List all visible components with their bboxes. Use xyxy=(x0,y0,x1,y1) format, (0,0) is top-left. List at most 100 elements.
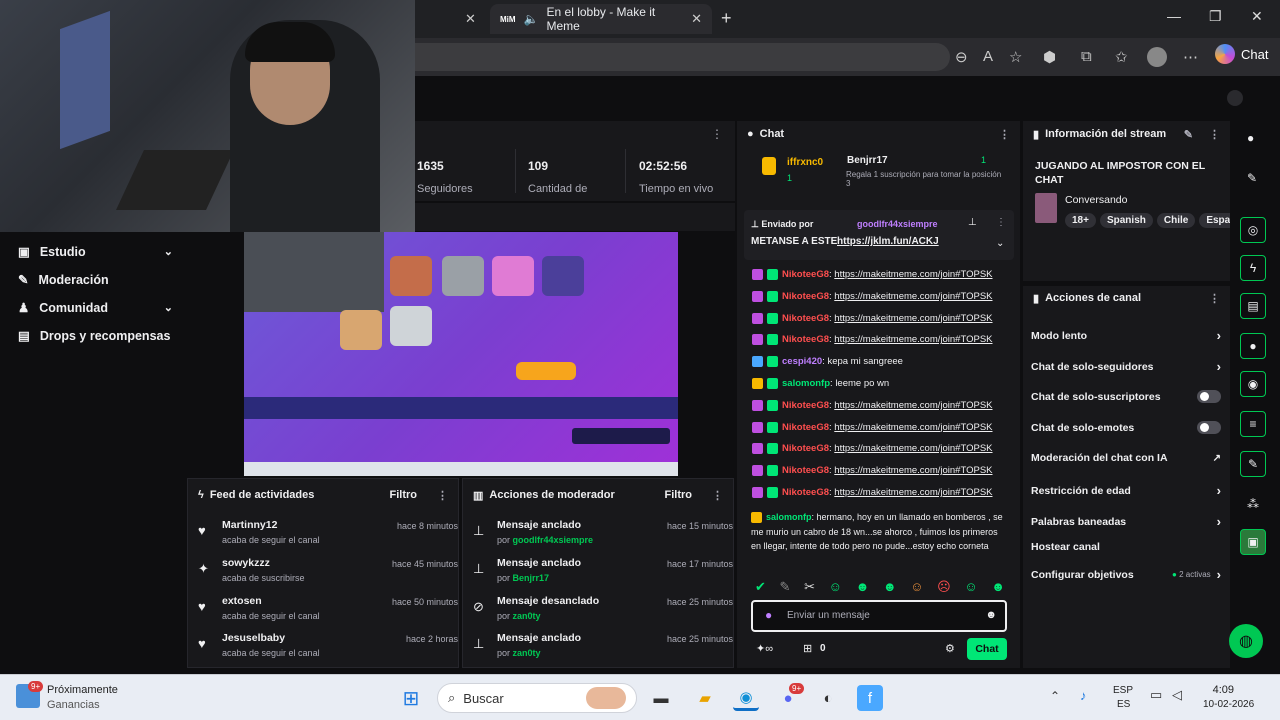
stack-icon[interactable]: ≡ xyxy=(1240,411,1266,437)
edge-icon[interactable]: ◉ xyxy=(733,685,759,711)
extension-icon[interactable]: ▣ xyxy=(1240,529,1266,555)
pin-icon[interactable]: ⊥ xyxy=(968,217,977,228)
emote-icon[interactable]: ✂ xyxy=(804,579,815,597)
edit-icon[interactable]: ✎ xyxy=(1184,128,1193,141)
sidebar-item-drops[interactable]: ▤ Drops y recompensas xyxy=(18,328,173,344)
volume-icon[interactable]: ◁ xyxy=(1172,687,1182,703)
channel-points-icon[interactable]: ✦∞ xyxy=(756,642,773,655)
copilot-chat-button[interactable]: Chat xyxy=(1215,44,1268,64)
favorites-bar-icon[interactable]: ✩ xyxy=(1115,48,1128,66)
extensions-icon[interactable]: ⬢ xyxy=(1043,48,1056,66)
maximize-icon[interactable]: ❐ xyxy=(1209,8,1222,25)
network-icon[interactable]: ▭ xyxy=(1150,687,1162,703)
language-code[interactable]: ESP xyxy=(1113,685,1133,696)
chat-user[interactable]: cespi420 xyxy=(782,356,822,367)
task-view-icon[interactable]: ▬ xyxy=(648,685,674,711)
help-button[interactable]: ◍ xyxy=(1229,624,1263,658)
stream-category[interactable]: Conversando xyxy=(1065,194,1127,206)
chat-link[interactable]: https://makeitmeme.com/join#TOPSK xyxy=(834,313,992,324)
close-tab-icon[interactable]: ✕ xyxy=(465,11,476,27)
action-age-restriction[interactable]: Restricción de edad › xyxy=(1031,483,1221,498)
subs-only-toggle[interactable] xyxy=(1197,390,1221,403)
chat-user[interactable]: salomonfp xyxy=(766,512,812,522)
gift-user[interactable]: iffrxnc0 xyxy=(787,157,823,168)
close-tab-icon[interactable]: ✕ xyxy=(691,11,702,27)
sidebar-item-studio[interactable]: ▣ Estudio ⌄ xyxy=(18,244,173,260)
emote-icon[interactable]: ☻ xyxy=(856,579,870,597)
apps-icon[interactable]: ⁂ xyxy=(1247,497,1259,511)
sidebar-item-community[interactable]: ♟ Comunidad ⌄ xyxy=(18,300,173,316)
chat-link[interactable]: https://makeitmeme.com/join#TOPSK xyxy=(834,443,992,454)
mod-user[interactable]: Benjrr17 xyxy=(513,573,550,583)
split-screen-icon[interactable]: ⧉ xyxy=(1081,48,1092,65)
address-field[interactable] xyxy=(415,43,950,71)
chat-user[interactable]: NikoteeG8 xyxy=(782,465,829,476)
more-icon[interactable]: ⋮ xyxy=(1209,292,1220,305)
clock-time[interactable]: 4:09 xyxy=(1212,684,1234,696)
close-window-icon[interactable]: ✕ xyxy=(1251,8,1263,25)
wrench-icon[interactable]: ✎ xyxy=(1240,451,1266,477)
stream-preview[interactable] xyxy=(244,232,678,476)
chat-user[interactable]: NikoteeG8 xyxy=(782,400,829,411)
clip-icon[interactable]: ◎ xyxy=(1240,217,1266,243)
feed-user[interactable]: sowykzzz xyxy=(222,557,270,569)
chat-link[interactable]: https://makeitmeme.com/join#TOPSK xyxy=(834,291,992,302)
zoom-icon[interactable]: ⊖ xyxy=(955,48,968,66)
bits-icon[interactable]: ⊞ xyxy=(803,642,812,655)
app-f-icon[interactable]: f xyxy=(857,685,883,711)
chevron-up-icon[interactable]: ⌃ xyxy=(1050,689,1060,703)
chat-link[interactable]: https://makeitmeme.com/join#TOPSK xyxy=(834,465,992,476)
tag[interactable]: Spanish xyxy=(1099,213,1153,228)
chat-send-button[interactable]: Chat xyxy=(967,638,1007,660)
more-icon[interactable]: ⋯ xyxy=(1183,48,1198,66)
chat-link[interactable]: https://makeitmeme.com/join#TOPSK xyxy=(834,269,992,280)
new-tab-icon[interactable]: + xyxy=(721,8,732,29)
mic-icon[interactable]: ♪ xyxy=(1080,688,1087,703)
profile-avatar[interactable] xyxy=(1147,47,1167,67)
filter-button[interactable]: Filtro xyxy=(390,489,418,501)
emote-icon[interactable]: ☻ xyxy=(883,579,897,597)
widget-title[interactable]: Próximamente xyxy=(47,684,118,696)
feed-user[interactable]: extosen xyxy=(222,595,262,607)
emote-icon[interactable]: ☹ xyxy=(937,579,951,597)
action-followers-only[interactable]: Chat de solo-seguidores › xyxy=(1031,359,1221,374)
notes-icon[interactable]: ▤ xyxy=(1240,293,1266,319)
chat-user[interactable]: NikoteeG8 xyxy=(782,443,829,454)
raid-icon[interactable]: ϟ xyxy=(1240,255,1266,281)
chat-user[interactable]: NikoteeG8 xyxy=(782,334,829,345)
chat-user[interactable]: salomonfp xyxy=(782,378,830,389)
pinned-user[interactable]: goodlfr44xsiempre xyxy=(857,219,938,229)
filter-button[interactable]: Filtro xyxy=(665,489,693,501)
chat-user[interactable]: NikoteeG8 xyxy=(782,422,829,433)
info-icon[interactable]: ● xyxy=(1247,131,1254,145)
emote-icon[interactable]: ✎ xyxy=(780,579,791,597)
more-icon[interactable]: ⋮ xyxy=(1209,128,1220,141)
chat-user[interactable]: NikoteeG8 xyxy=(782,487,829,498)
sidebar-item-moderation[interactable]: ✎ Moderación xyxy=(18,272,173,288)
chat-link[interactable]: https://makeitmeme.com/join#TOPSK xyxy=(834,400,992,411)
chat-icon[interactable]: ● xyxy=(1240,333,1266,359)
stats-more-icon[interactable]: ⋮ xyxy=(711,127,723,141)
action-slow-mode[interactable]: Modo lento › xyxy=(1031,328,1221,343)
more-icon[interactable]: ⋮ xyxy=(437,489,448,502)
read-aloud-icon[interactable]: A xyxy=(983,48,993,65)
emote-icon[interactable]: ☺ xyxy=(964,579,977,597)
more-icon[interactable]: ⋮ xyxy=(712,489,723,502)
taskbar-search[interactable]: ⌕ Buscar xyxy=(437,683,637,713)
chat-user[interactable]: NikoteeG8 xyxy=(782,291,829,302)
user-avatar[interactable] xyxy=(1227,90,1243,106)
mod-user[interactable]: zan0ty xyxy=(513,611,541,621)
mod-user[interactable]: zan0ty xyxy=(513,648,541,658)
speaker-icon[interactable]: 🔈 xyxy=(524,12,539,26)
pinned-message[interactable]: ⊥ Enviado por goodlfr44xsiempre ⊥ ⋮ META… xyxy=(744,210,1014,260)
gift-user[interactable]: Benjrr17 xyxy=(847,155,888,166)
tag[interactable]: Chile xyxy=(1156,213,1196,228)
gear-icon[interactable]: ⚙ xyxy=(945,642,955,655)
emote-icon[interactable]: ☺ xyxy=(829,579,842,597)
chat-user[interactable]: NikoteeG8 xyxy=(782,313,829,324)
chevron-down-icon[interactable]: ⌄ xyxy=(996,238,1004,249)
feed-user[interactable]: Martinny12 xyxy=(222,519,277,531)
chat-link[interactable]: https://makeitmeme.com/join#TOPSK xyxy=(834,334,992,345)
obs-icon[interactable]: ◐ xyxy=(815,685,841,711)
mod-user[interactable]: goodlfr44xsiempre xyxy=(513,535,594,545)
